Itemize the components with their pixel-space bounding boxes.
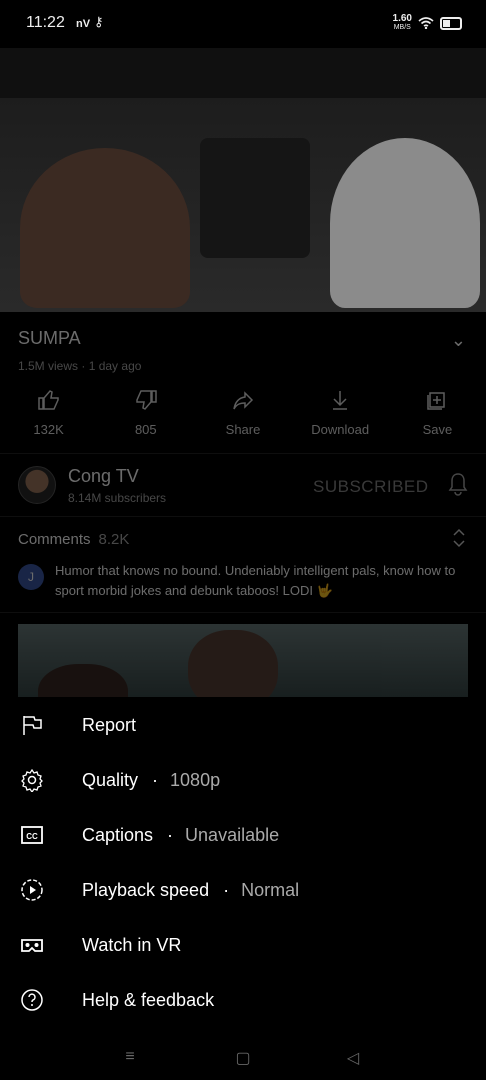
thumbnail-person (38, 664, 128, 697)
action-bar: 132K 805 Share Download Save (0, 388, 486, 444)
quality-value: 1080p (170, 770, 221, 790)
like-button[interactable]: 132K (0, 388, 97, 444)
captions-value: Unavailable (185, 825, 280, 845)
menu-nav-icon[interactable]: ≡ (120, 1048, 140, 1068)
next-video-thumbnail[interactable] (18, 624, 468, 697)
home-nav-icon[interactable]: ▢ (233, 1048, 253, 1068)
captions-item[interactable]: CC Captions · Unavailable (0, 811, 486, 859)
thumbnail-person (188, 630, 278, 697)
wifi-icon (418, 17, 434, 29)
gear-icon (21, 768, 43, 792)
help-feedback-label: Help & feedback (82, 990, 215, 1010)
system-nav-bar: ≡ ▢ ◁ (0, 1036, 486, 1080)
key-icon: ⚷ (94, 14, 104, 29)
save-icon (427, 392, 446, 410)
download-icon (333, 391, 348, 410)
download-button[interactable]: Download (292, 388, 389, 444)
video-title: SUMPA (18, 328, 81, 348)
dislike-count: 805 (134, 422, 157, 437)
download-label: Download (311, 422, 370, 437)
comments-header[interactable]: Comments 8.2K (18, 531, 129, 548)
quality-label: Quality · 1080p (82, 770, 221, 790)
status-icons: 1.60 MB/S (393, 14, 462, 32)
carrier-label: nV (76, 18, 91, 30)
share-button[interactable]: Share (194, 388, 291, 444)
dislike-icon (136, 390, 157, 410)
channel-subscribers: 8.14M subscribers (68, 491, 167, 505)
divider (0, 516, 486, 517)
chevron-down-icon[interactable]: ⌄ (451, 330, 466, 351)
subscribed-button[interactable]: SUBSCRIBED (313, 477, 429, 497)
vr-icon (21, 939, 43, 952)
network-speed: 1.60 MB/S (392, 13, 412, 32)
divider (0, 612, 486, 613)
captions-label: Captions · Unavailable (82, 825, 280, 845)
video-meta: 1.5M views · 1 day ago (18, 359, 142, 373)
share-label: Share (225, 422, 261, 437)
playback-speed-icon (21, 879, 43, 901)
channel-name: Cong TV (68, 466, 139, 486)
video-frame (0, 98, 486, 312)
watch-in-vr-item[interactable]: Watch in VR (0, 921, 486, 969)
avatar[interactable] (18, 466, 56, 504)
status-bar: 11:22 nV ⚷ 1.60 MB/S (0, 0, 486, 48)
quality-item[interactable]: Quality · 1080p (0, 756, 486, 804)
playback-speed-label: Playback speed · Normal (82, 880, 300, 900)
report-item[interactable]: Report (0, 701, 486, 749)
options-sheet: Report Quality · 1080p CC Captions · Unavail… (0, 697, 486, 1080)
video-person-right (330, 138, 480, 308)
video-person-left (20, 148, 190, 308)
battery-icon (440, 16, 462, 30)
report-label: Report (82, 715, 137, 735)
channel-row[interactable]: Cong TV 8.14M subscribers SUBSCRIBED (0, 460, 486, 514)
help-feedback-item[interactable]: Help & feedback (0, 976, 486, 1024)
help-icon (21, 989, 43, 1011)
comments-count: 8.2K (98, 531, 130, 548)
svg-text:CC: CC (26, 832, 38, 841)
save-label: Save (422, 422, 453, 437)
like-count: 132K (33, 422, 64, 437)
cc-icon: CC (21, 826, 43, 844)
watch-in-vr-label: Watch in VR (82, 935, 182, 955)
back-nav-icon[interactable]: ◁ (343, 1048, 363, 1068)
status-time: 11:22 (26, 14, 65, 31)
playback-speed-item[interactable]: Playback speed · Normal (0, 866, 486, 914)
expand-comments-icon[interactable] (452, 528, 466, 548)
video-player[interactable] (0, 48, 486, 312)
flag-icon (23, 716, 42, 735)
like-icon (37, 390, 59, 410)
share-icon (233, 391, 254, 410)
video-car-rear (200, 138, 310, 258)
divider (0, 453, 486, 454)
dislike-button[interactable]: 805 (97, 388, 194, 444)
save-button[interactable]: Save (389, 388, 486, 444)
comment-avatar: J (18, 564, 44, 590)
playback-speed-value: Normal (241, 880, 300, 900)
top-comment-text[interactable]: Humor that knows no bound. Undeniably in… (55, 561, 465, 601)
bell-icon[interactable] (448, 472, 468, 496)
